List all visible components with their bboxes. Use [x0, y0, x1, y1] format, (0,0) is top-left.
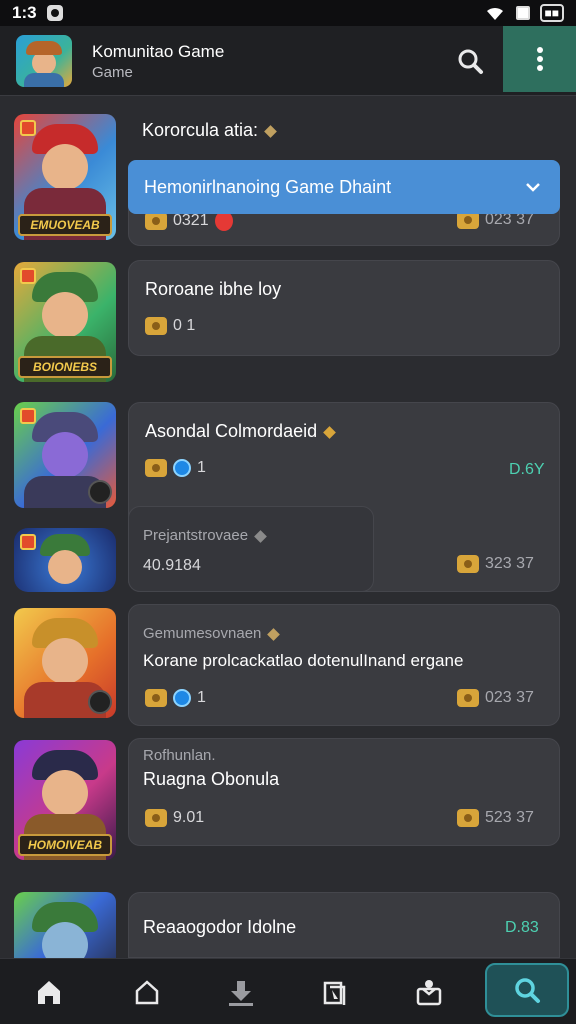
thumbnail-banner: BOIONEBS [18, 356, 112, 378]
nav-download[interactable] [218, 969, 264, 1015]
game-thumbnail[interactable] [14, 402, 116, 508]
search-button[interactable] [450, 41, 490, 81]
item-stat: D.83 [505, 919, 539, 936]
item-title: Asondal Colmordaeid [145, 421, 336, 442]
game-thumbnail[interactable] [14, 608, 116, 718]
game-thumbnail[interactable] [14, 892, 116, 958]
item-count: 0 1 [173, 317, 196, 334]
item-title: Korane prolcackatlao dotenulInand ergane [143, 651, 464, 670]
coin-icon [145, 212, 167, 230]
more-menu-button[interactable] [503, 26, 576, 92]
dropdown-label: Hemonirlnanoing Game Dhaint [144, 176, 392, 197]
search-icon [458, 49, 483, 74]
item-title: Ruagna Obonula [143, 769, 280, 789]
list-item[interactable]: Reaaogodor Idolne D.83 [128, 892, 560, 958]
coin-icon [145, 317, 167, 335]
list-item[interactable]: Rofhunlan. Ruagna Obonula 9.01 523 37 [128, 738, 560, 846]
nav-profile[interactable] [406, 969, 452, 1015]
item-count: 1 [197, 459, 206, 476]
coin-icon [145, 809, 167, 827]
bottom-nav [0, 958, 576, 1024]
coin-icon [457, 809, 479, 827]
item-stat: 023 37 [485, 689, 534, 706]
nav-home[interactable] [26, 969, 72, 1015]
item-count: 0321 [173, 212, 209, 229]
battery-icon: ■■ [539, 4, 564, 22]
verified-icon [254, 529, 267, 543]
game-thumbnail[interactable]: HOMOIVEAB [14, 740, 116, 860]
item-subtitle: Rofhunlan. [143, 747, 216, 764]
category-dropdown[interactable]: Hemonirlnanoing Game Dhaint [128, 160, 560, 214]
list-item[interactable]: Prejantstrovaee 40.9184 [128, 506, 374, 592]
thumbnail-badge [20, 268, 36, 284]
item-stat: D.6Y [509, 461, 545, 478]
item-subtitle: Prejantstrovaee [143, 527, 267, 544]
home-icon [38, 981, 60, 1004]
game-thumbnail[interactable] [14, 528, 116, 592]
download-icon [229, 981, 253, 1006]
nav-house[interactable] [124, 969, 170, 1015]
notification-icon [46, 5, 63, 21]
screen-icon [515, 6, 530, 20]
app-subtitle: Game [92, 64, 133, 81]
chevron-down-icon [526, 183, 540, 192]
thumbnail-badge [20, 534, 36, 550]
game-thumbnail[interactable]: EMUOVEAB [14, 114, 116, 240]
item-value: 40.9184 [143, 557, 201, 574]
verified-icon [323, 425, 336, 439]
coin-icon [457, 689, 479, 707]
verified-icon [264, 124, 277, 138]
list-item[interactable]: Rorоane ibhe loy 0 1 [128, 260, 560, 356]
status-bar: 1:3 ■■ [0, 0, 576, 26]
library-icon [323, 981, 346, 1005]
app-bar: Komunitao Game Game [0, 26, 576, 96]
item-title: Rorоane ibhe loy [145, 279, 282, 299]
thumbnail-badge-icon [88, 690, 112, 714]
thumbnail-badge-icon [88, 480, 112, 504]
item-stat: 523 37 [485, 809, 534, 826]
gem-icon [173, 689, 191, 707]
search-icon [515, 978, 540, 1003]
thumbnail-badge [20, 408, 36, 424]
game-thumbnail[interactable]: BOIONEBS [14, 262, 116, 382]
item-count: 1 [197, 689, 206, 706]
app-title: Komunitao Game [92, 42, 225, 61]
status-time: 1:3 [12, 3, 37, 22]
profile-icon [416, 980, 442, 1006]
app-logo [16, 35, 72, 87]
gem-icon [173, 459, 191, 477]
item-title: Reaaogodor Idolne [143, 917, 297, 937]
item-count: 9.01 [173, 809, 205, 826]
list-item[interactable]: Gemumesovnaen Korane prolcackatlao doten… [128, 604, 560, 726]
coin-icon [457, 555, 479, 573]
thumbnail-badge [20, 120, 36, 136]
section-title: Kororcula atia: [142, 120, 277, 141]
thumbnail-banner: HOMOIVEAB [18, 834, 112, 856]
verified-icon [267, 627, 281, 641]
item-subtitle: Gemumesovnaen [143, 625, 281, 642]
item-stat: 323 37 [485, 555, 534, 572]
coin-icon [145, 689, 167, 707]
alert-icon [214, 211, 233, 231]
coin-icon [145, 459, 167, 477]
nav-search[interactable] [485, 963, 569, 1017]
thumbnail-banner: EMUOVEAB [18, 214, 112, 236]
house-outline-icon [135, 980, 159, 1005]
more-vertical-icon [536, 47, 543, 71]
nav-library[interactable] [312, 969, 358, 1015]
wifi-icon [486, 7, 503, 21]
